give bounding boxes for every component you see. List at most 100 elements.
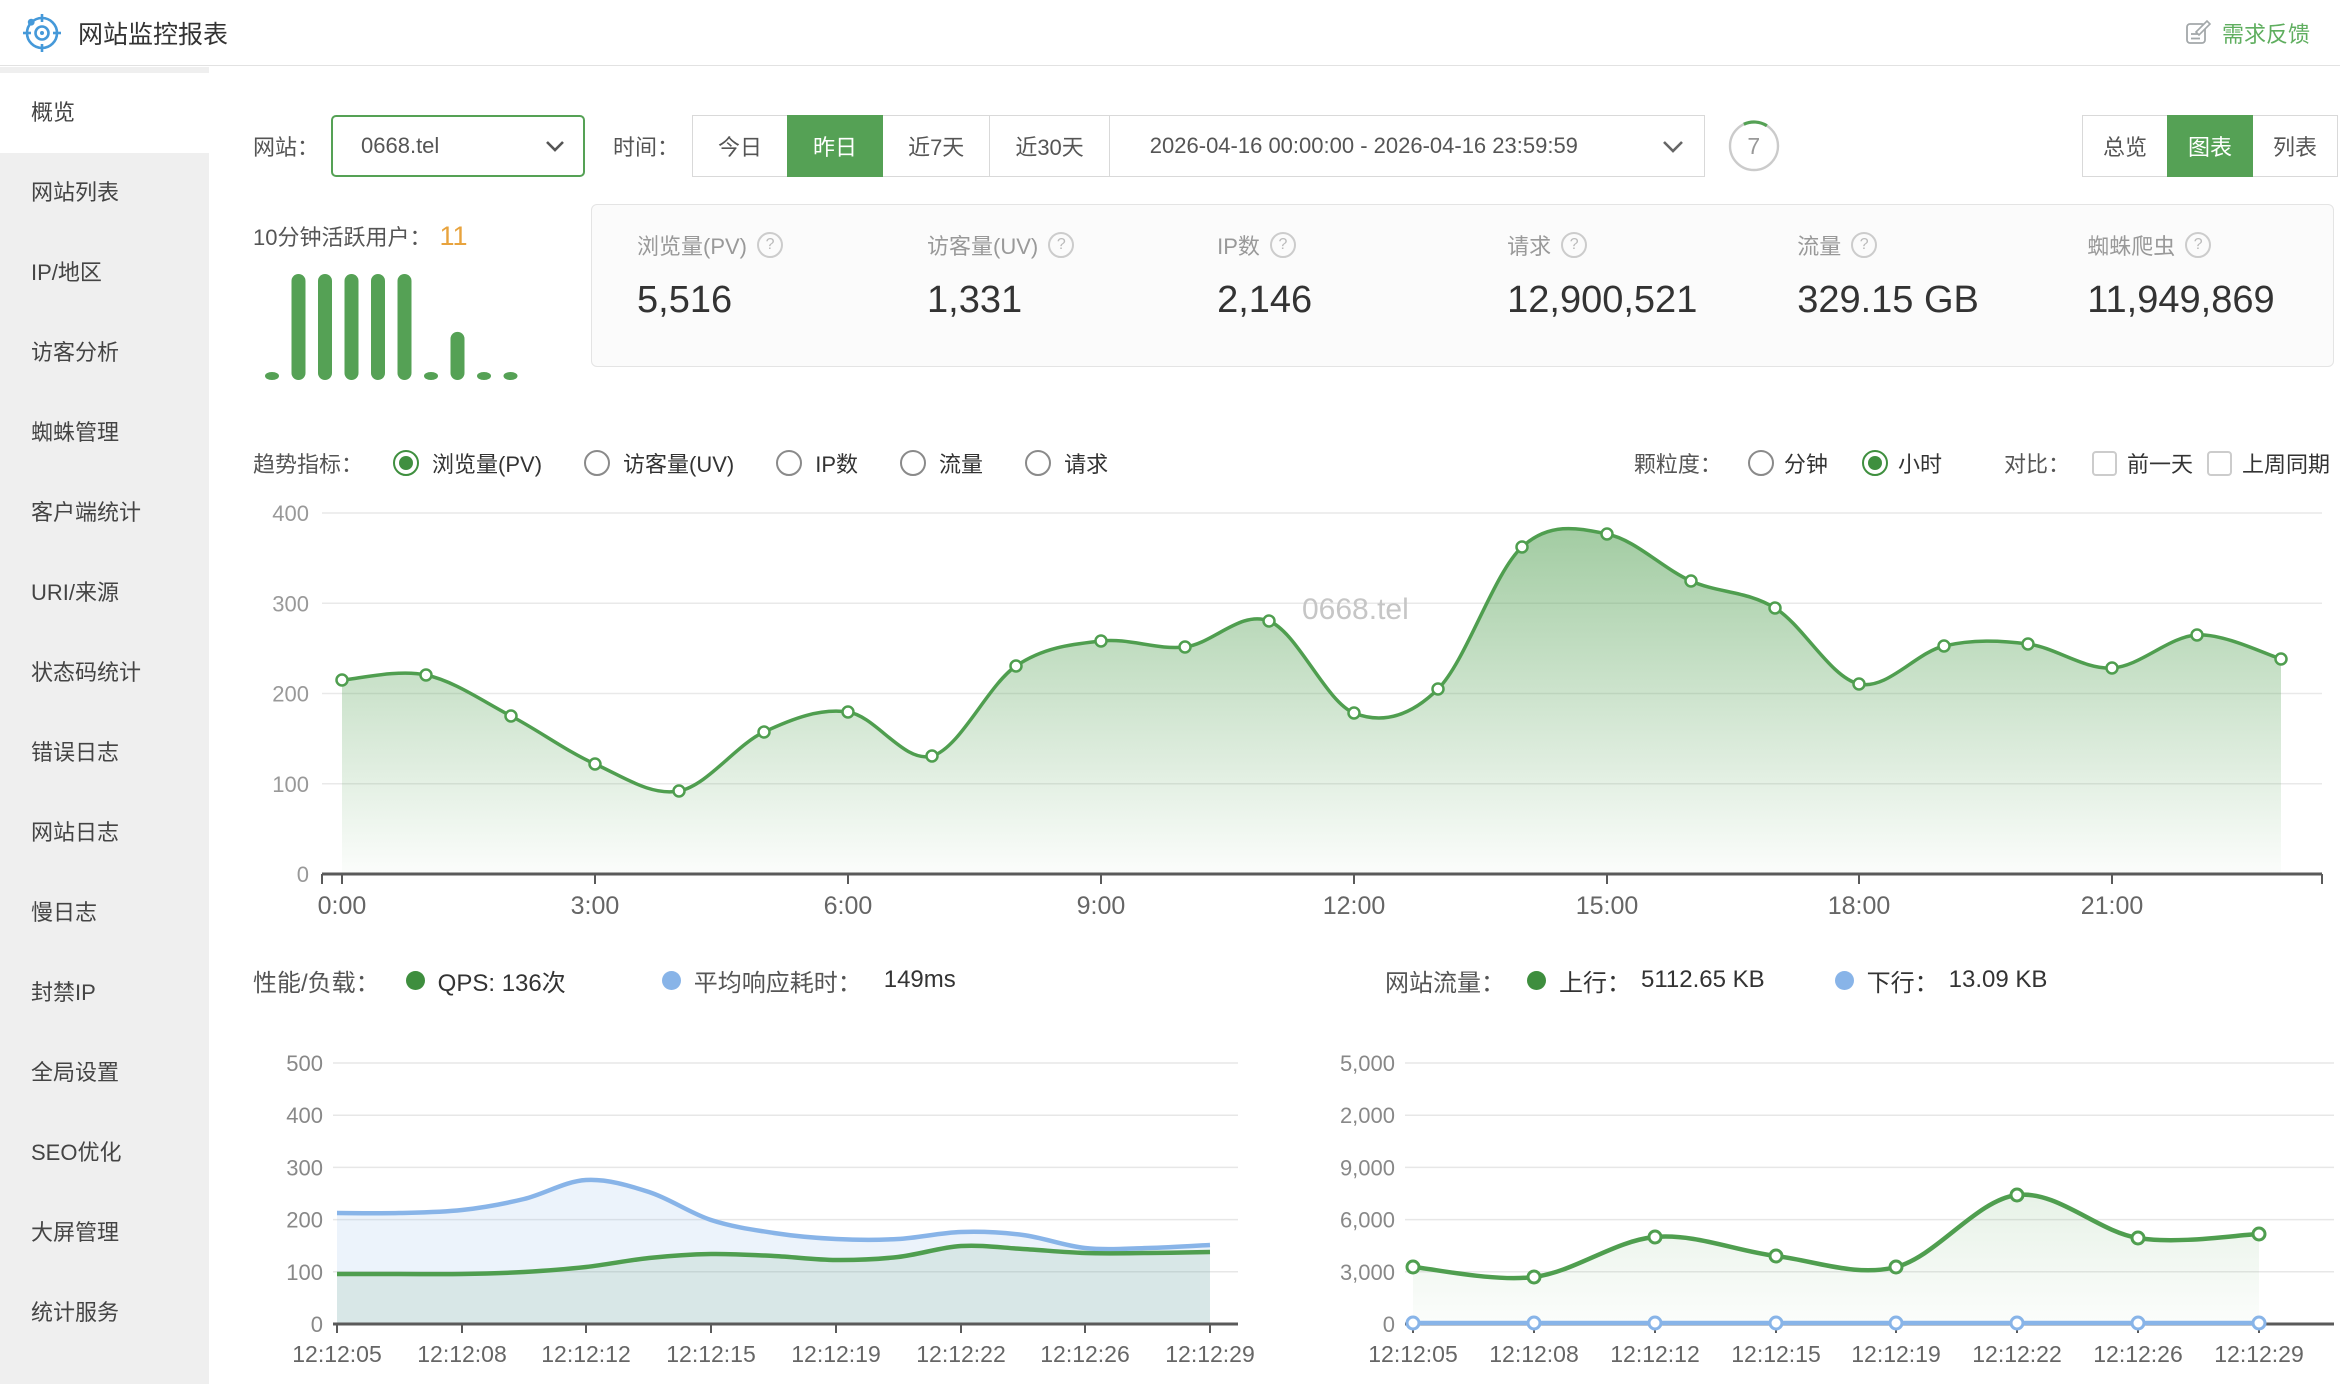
sidebar-item-client-stats[interactable]: 客户端统计 <box>0 473 209 553</box>
active-users-label: 10分钟活跃用户： <box>253 225 431 250</box>
compare-label: 对比： <box>2004 447 2070 479</box>
time-button-today[interactable]: 今日 <box>692 115 788 177</box>
svg-text:12:12:12: 12:12:12 <box>1610 1341 1700 1367</box>
svg-text:12:12:26: 12:12:26 <box>2093 1341 2183 1367</box>
granularity-option-label: 小时 <box>1898 447 1942 479</box>
svg-text:12:12:19: 12:12:19 <box>1851 1341 1941 1367</box>
svg-text:400: 400 <box>286 1103 323 1128</box>
stat-value-pv: 5,516 <box>637 279 882 322</box>
metric-label: IP数 <box>815 447 858 479</box>
stat-value-uv: 1,331 <box>927 279 1172 322</box>
date-range-value: 2026-04-16 00:00:00 - 2026-04-16 23:59:5… <box>1150 133 1578 159</box>
stat-col-traffic: 流量 ? 329.15 GB <box>1752 229 2042 366</box>
qps-value: QPS: 136次 <box>438 963 566 998</box>
sidebar-item-overview[interactable]: 概览 <box>0 73 209 153</box>
sidebar-item-error-log[interactable]: 错误日志 <box>0 713 209 793</box>
help-icon[interactable]: ? <box>1048 232 1074 258</box>
svg-text:12:12:05: 12:12:05 <box>292 1341 382 1367</box>
svg-text:12:12:08: 12:12:08 <box>1489 1341 1579 1367</box>
svg-text:15:00: 15:00 <box>1576 892 1639 920</box>
site-select-value: 0668.tel <box>361 133 439 159</box>
sidebar-item-status-code-stats[interactable]: 状态码统计 <box>0 633 209 713</box>
sidebar-item-slow-log[interactable]: 慢日志 <box>0 873 209 953</box>
sidebar-item-banned-ip[interactable]: 封禁IP <box>0 953 209 1033</box>
view-button-list[interactable]: 列表 <box>2252 115 2338 177</box>
help-icon[interactable]: ? <box>1851 232 1877 258</box>
upstream-dot-icon <box>1527 971 1546 990</box>
view-button-chart[interactable]: 图表 <box>2167 115 2253 177</box>
svg-text:0: 0 <box>297 862 309 887</box>
radio-icon <box>900 450 926 476</box>
perf-load-chart: 010020030040050012:12:0512:12:0812:12:12… <box>253 1002 1263 1377</box>
time-button-yesterday[interactable]: 昨日 <box>787 115 883 177</box>
svg-text:6:00: 6:00 <box>824 892 873 920</box>
upstream-value: 5112.65 KB <box>1641 966 1765 994</box>
downstream-dot-icon <box>1835 971 1854 990</box>
sidebar-item-stats-service[interactable]: 统计服务 <box>0 1273 209 1353</box>
sidebar-item-site-list[interactable]: 网站列表 <box>0 153 209 233</box>
downstream-label: 下行： <box>1867 963 1939 998</box>
perf-legend-title: 性能/负载： <box>253 963 380 998</box>
svg-text:12:12:22: 12:12:22 <box>916 1341 1006 1367</box>
svg-text:200: 200 <box>286 1208 323 1233</box>
view-button-overview[interactable]: 总览 <box>2082 115 2168 177</box>
compare-checkbox-last-week[interactable]: 上周同期 <box>2207 447 2330 479</box>
granularity-radio-hour[interactable]: 小时 <box>1862 447 1942 479</box>
refresh-countdown: 7 <box>1727 119 1781 173</box>
svg-text:12:12:22: 12:12:22 <box>1972 1341 2062 1367</box>
svg-text:12:00: 12:00 <box>1323 892 1386 920</box>
sidebar-item-global-settings[interactable]: 全局设置 <box>0 1033 209 1113</box>
qps-dot-icon <box>406 971 425 990</box>
site-traffic-chart: 03,0006,0009,00012,00015,00012:12:0512:1… <box>1339 1002 2340 1377</box>
sidebar-item-uri-source[interactable]: URI/来源 <box>0 553 209 633</box>
time-button-30days[interactable]: 近30天 <box>989 115 1109 177</box>
perf-legend: 性能/负载： QPS: 136次 平均响应耗时： 149ms <box>253 962 1263 998</box>
bottom-panels: 性能/负载： QPS: 136次 平均响应耗时： 149ms 010020030… <box>209 962 2340 1382</box>
metric-radio-requests[interactable]: 请求 <box>1025 447 1108 479</box>
help-icon[interactable]: ? <box>1270 232 1296 258</box>
stat-value-requests: 12,900,521 <box>1507 279 1752 322</box>
svg-text:0: 0 <box>1383 1312 1395 1337</box>
svg-text:12:12:15: 12:12:15 <box>666 1341 756 1367</box>
sidebar-item-seo[interactable]: SEO优化 <box>0 1113 209 1193</box>
active-users-value: 11 <box>439 221 467 251</box>
sidebar-item-ip-region[interactable]: IP/地区 <box>0 233 209 313</box>
sidebar-item-spider-management[interactable]: 蜘蛛管理 <box>0 393 209 473</box>
sidebar-item-site-log[interactable]: 网站日志 <box>0 793 209 873</box>
svg-text:3:00: 3:00 <box>571 892 620 920</box>
metric-radio-ip[interactable]: IP数 <box>776 447 858 479</box>
stat-label: 访客量(UV) <box>927 229 1038 261</box>
svg-text:9:00: 9:00 <box>1077 892 1126 920</box>
compare-option-label: 前一天 <box>2127 447 2193 479</box>
time-button-7days[interactable]: 近7天 <box>882 115 990 177</box>
svg-text:300: 300 <box>272 591 309 616</box>
svg-text:3,000: 3,000 <box>1340 1260 1395 1285</box>
svg-text:200: 200 <box>272 682 309 707</box>
radio-icon <box>584 450 610 476</box>
stat-col-requests: 请求 ? 12,900,521 <box>1462 229 1752 366</box>
help-icon[interactable]: ? <box>757 232 783 258</box>
sidebar-item-screen-management[interactable]: 大屏管理 <box>0 1193 209 1273</box>
active-users-bars-chart <box>265 266 527 382</box>
time-range-buttons: 今日 昨日 近7天 近30天 2026-04-16 00:00:00 - 202… <box>693 115 1705 177</box>
radio-icon <box>776 450 802 476</box>
stat-col-spider: 蜘蛛爬虫 ? 11,949,869 <box>2042 229 2332 366</box>
sidebar-item-visitor-analysis[interactable]: 访客分析 <box>0 313 209 393</box>
compare-checkbox-prev-day[interactable]: 前一天 <box>2092 447 2193 479</box>
stat-label: 蜘蛛爬虫 <box>2087 229 2175 261</box>
metric-radio-pv[interactable]: 浏览量(PV) <box>393 447 542 479</box>
feedback-label: 需求反馈 <box>2222 17 2310 49</box>
site-label: 网站： <box>253 130 319 162</box>
granularity-radio-minute[interactable]: 分钟 <box>1748 447 1828 479</box>
feedback-button[interactable]: 需求反馈 <box>2185 17 2310 49</box>
metric-radio-traffic[interactable]: 流量 <box>900 447 983 479</box>
help-icon[interactable]: ? <box>2185 232 2211 258</box>
perf-panel: 性能/负载： QPS: 136次 平均响应耗时： 149ms 010020030… <box>253 962 1263 1382</box>
site-select[interactable]: 0668.tel <box>331 115 585 177</box>
metric-radio-uv[interactable]: 访客量(UV) <box>584 447 734 479</box>
radio-icon <box>1862 450 1888 476</box>
help-icon[interactable]: ? <box>1561 232 1587 258</box>
date-range-picker[interactable]: 2026-04-16 00:00:00 - 2026-04-16 23:59:5… <box>1109 115 1705 177</box>
svg-text:15,000: 15,000 <box>1339 1051 1395 1076</box>
radio-icon <box>1025 450 1051 476</box>
